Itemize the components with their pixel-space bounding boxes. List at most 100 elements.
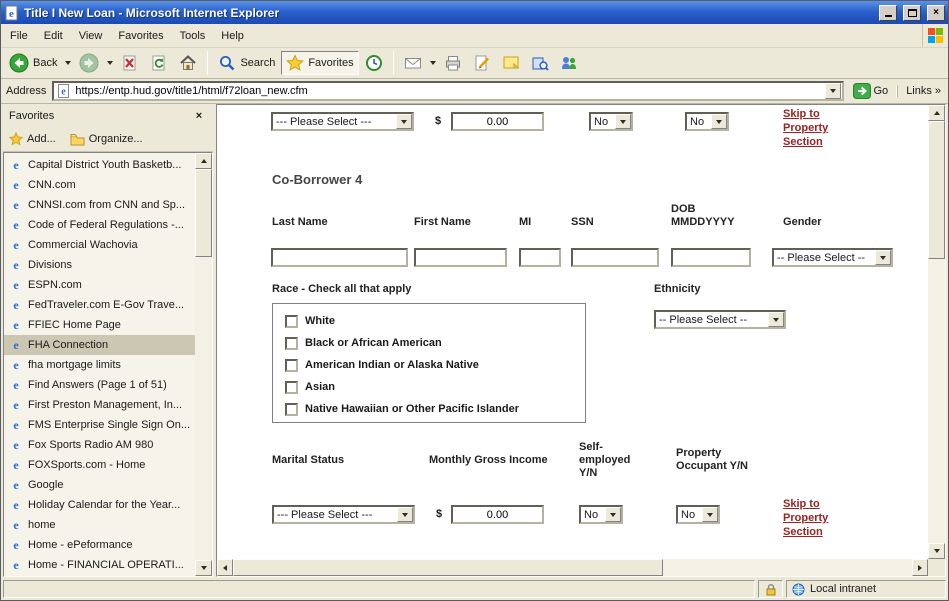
dob-label: DOB MMDDYYYY (671, 203, 735, 229)
stop-button[interactable] (116, 51, 144, 75)
favorite-item[interactable]: eFox Sports Radio AM 980 (4, 435, 195, 455)
address-input[interactable] (75, 85, 820, 97)
favorite-item[interactable]: eESPN.com (4, 275, 195, 295)
messenger-button[interactable] (555, 51, 583, 75)
favorite-item[interactable]: efha mortgage limits (4, 355, 195, 375)
monthly-income-input[interactable] (451, 505, 544, 524)
address-dropdown[interactable] (825, 83, 841, 99)
marital-status-select[interactable]: --- Please Select --- (272, 505, 415, 524)
favorite-item[interactable]: eFirst Preston Management, In... (4, 395, 195, 415)
scrollbar-thumb[interactable] (233, 559, 663, 576)
page-vertical-scrollbar[interactable] (928, 105, 945, 559)
favorite-item[interactable]: eCommercial Wachovia (4, 235, 195, 255)
last-name-input[interactable] (271, 248, 408, 267)
ethnicity-select[interactable]: -- Please Select -- (654, 310, 786, 329)
back-dropdown[interactable] (63, 59, 73, 67)
checkbox-icon[interactable] (285, 359, 298, 372)
ssn-input[interactable] (571, 248, 659, 267)
scrollbar-thumb[interactable] (928, 121, 945, 259)
menu-file[interactable]: File (2, 24, 36, 47)
race-option-american-indian[interactable]: American Indian or Alaska Native (285, 354, 585, 376)
scroll-up-icon[interactable] (928, 105, 945, 121)
race-option-black[interactable]: Black or African American (285, 332, 585, 354)
links-bar[interactable]: Links » (897, 85, 943, 97)
scroll-up-icon[interactable] (195, 153, 212, 169)
gender-select[interactable]: -- Please Select -- (772, 248, 893, 267)
favorite-item[interactable]: eCNN.com (4, 175, 195, 195)
scroll-right-icon[interactable] (912, 559, 928, 576)
refresh-button[interactable] (145, 51, 173, 75)
favorite-item[interactable]: eCode of Federal Regulations -... (4, 215, 195, 235)
dob-input[interactable] (671, 248, 751, 267)
menu-edit[interactable]: Edit (36, 24, 71, 47)
favorite-item[interactable]: eCNNSI.com from CNN and Sp... (4, 195, 195, 215)
close-button[interactable]: × (927, 5, 945, 21)
maximize-button[interactable] (903, 5, 921, 21)
checkbox-icon[interactable] (285, 403, 298, 416)
race-option-asian[interactable]: Asian (285, 376, 585, 398)
mi-input[interactable] (519, 248, 561, 267)
favorites-organize-button[interactable]: Organize... (70, 133, 143, 146)
history-button[interactable] (360, 51, 388, 75)
selfemployed-select-prev[interactable]: No (589, 112, 633, 131)
research-button[interactable] (526, 51, 554, 75)
forward-button[interactable] (74, 50, 104, 76)
checkbox-icon[interactable] (285, 315, 298, 328)
occupant-select-prev[interactable]: No (685, 112, 729, 131)
checkbox-icon[interactable] (285, 337, 298, 350)
menu-help[interactable]: Help (213, 24, 252, 47)
favorites-add-button[interactable]: Add... (9, 132, 56, 146)
favorite-item[interactable]: eFMS Enterprise Single Sign On... (4, 415, 195, 435)
checkbox-icon[interactable] (285, 381, 298, 394)
mail-dropdown[interactable] (428, 59, 438, 67)
address-field[interactable]: e (52, 81, 843, 101)
folder-icon (70, 133, 85, 146)
favorite-item[interactable]: eFedTraveler.com E-Gov Trave... (4, 295, 195, 315)
favorites-button[interactable]: Favorites (281, 51, 358, 75)
minimize-button[interactable] (879, 5, 897, 21)
favorites-scrollbar[interactable] (195, 153, 212, 576)
scroll-down-icon[interactable] (928, 543, 945, 559)
edit-button[interactable] (468, 51, 496, 75)
page-horizontal-scrollbar[interactable] (217, 559, 928, 576)
race-option-native-hawaiian[interactable]: Native Hawaiian or Other Pacific Islande… (285, 398, 585, 420)
race-option-white[interactable]: White (285, 310, 585, 332)
marital-status-select-prev[interactable]: --- Please Select --- (271, 112, 414, 131)
favorite-item[interactable]: eDivisions (4, 255, 195, 275)
favorite-item[interactable]: eCapital District Youth Basketb... (4, 155, 195, 175)
favorite-item[interactable]: eHome - FINANCIAL OPERATI... (4, 555, 195, 575)
favorite-item[interactable]: eHome - ePeformance (4, 535, 195, 555)
favorite-item[interactable]: eFind Answers (Page 1 of 51) (4, 375, 195, 395)
titlebar[interactable]: e Title I New Loan - Microsoft Internet … (1, 1, 948, 24)
monthly-income-input-prev[interactable] (451, 112, 544, 131)
dropdown-arrow-icon (615, 114, 631, 129)
skip-to-property-link[interactable]: Skip to Property Section (783, 107, 847, 149)
home-button[interactable] (174, 51, 202, 75)
go-button[interactable]: Go (850, 82, 892, 100)
links-label: Links (906, 85, 932, 97)
back-button[interactable]: Back (4, 50, 62, 76)
favorite-item-fha-connection[interactable]: eFHA Connection (4, 335, 195, 355)
forward-dropdown[interactable] (105, 59, 115, 67)
print-icon (444, 54, 462, 72)
favorite-item[interactable]: eGoogle (4, 475, 195, 495)
favorite-item[interactable]: ehome (4, 515, 195, 535)
menu-view[interactable]: View (71, 24, 111, 47)
skip-to-property-link-bottom[interactable]: Skip to Property Section (783, 497, 847, 539)
scroll-down-icon[interactable] (195, 560, 212, 576)
scrollbar-thumb[interactable] (195, 169, 212, 257)
search-button[interactable]: Search (213, 51, 280, 75)
mail-button[interactable] (399, 51, 427, 75)
favorite-item[interactable]: eFFIEC Home Page (4, 315, 195, 335)
print-button[interactable] (439, 51, 467, 75)
occupant-select[interactable]: No (676, 505, 720, 524)
favorites-close-icon[interactable]: × (191, 108, 207, 123)
first-name-input[interactable] (414, 248, 507, 267)
menu-tools[interactable]: Tools (172, 24, 214, 47)
selfemployed-select[interactable]: No (579, 505, 623, 524)
favorite-item[interactable]: eFOXSports.com - Home (4, 455, 195, 475)
favorite-item[interactable]: eHoliday Calendar for the Year... (4, 495, 195, 515)
discuss-button[interactable] (497, 51, 525, 75)
menu-favorites[interactable]: Favorites (110, 24, 171, 47)
scroll-left-icon[interactable] (217, 559, 233, 576)
